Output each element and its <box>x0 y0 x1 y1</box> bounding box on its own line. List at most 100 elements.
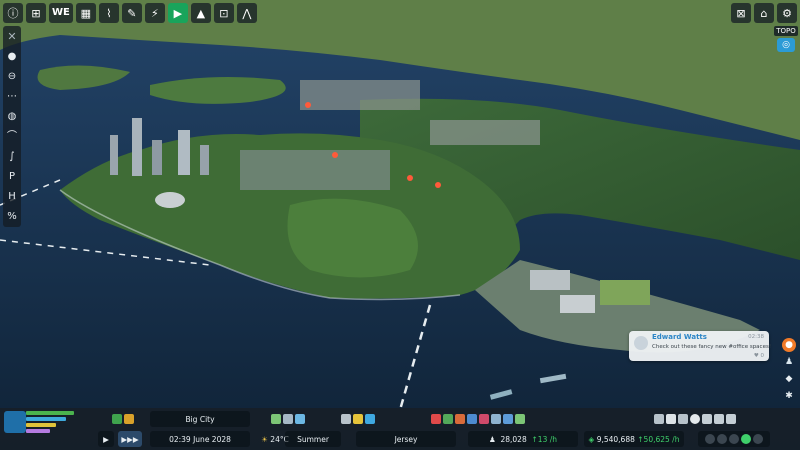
garbage-icon <box>443 414 453 424</box>
demand-bars <box>26 411 78 441</box>
health-icon <box>431 414 441 424</box>
city-name[interactable]: Big City <box>150 411 250 427</box>
circle-tool-icon <box>690 414 700 424</box>
misc-tools[interactable] <box>640 411 750 427</box>
road-icon <box>341 414 351 424</box>
tree-icon[interactable]: ▲ <box>190 3 211 23</box>
we-text[interactable]: WE <box>49 3 73 23</box>
add-icon[interactable]: ⊞ <box>26 3 46 23</box>
service-tools[interactable] <box>328 411 388 427</box>
left-toolbar: ✕ ● ⊖ ⋯ ◍ ⌒ ∫ P H% <box>3 26 21 227</box>
terrain-icon <box>678 414 688 424</box>
area-icon <box>283 414 293 424</box>
top-right-toolbar: ⊠ ⌂ ⚙ <box>731 3 797 23</box>
anchor-icon[interactable]: P <box>4 169 20 184</box>
landscaping-icon <box>515 414 525 424</box>
money-icon: ◈ <box>588 434 595 444</box>
population-value: 28,028 <box>500 434 527 444</box>
person-icon[interactable]: ♟ <box>782 355 796 369</box>
wave-icon[interactable]: ⋀ <box>236 3 257 23</box>
indicator-3-icon <box>729 434 739 444</box>
clock-time: 02:39 <box>169 434 191 444</box>
topo-label: TOPO <box>774 26 798 36</box>
globe-icon[interactable]: ◍ <box>4 109 20 124</box>
speed-button[interactable]: ▶▶▶ <box>118 431 142 447</box>
calendar-date: June 2028 <box>193 434 231 444</box>
topo-panel: TOPO ◎ <box>774 26 798 52</box>
population-icon: ♟ <box>488 434 496 444</box>
chirp-notification[interactable]: Edward Watts 02:38 Check out these fancy… <box>629 331 772 361</box>
graph-icon[interactable]: ▦ <box>75 3 96 23</box>
s-curve-icon[interactable]: ∫ <box>4 149 20 164</box>
bulldoze-icon <box>714 414 724 424</box>
season: Summer <box>285 431 341 447</box>
ladder-icon[interactable]: H <box>4 189 20 204</box>
info-icon[interactable]: ⓘ <box>3 3 23 23</box>
chirp-reaction[interactable]: ♥ 0 <box>754 353 764 359</box>
graduate-icon[interactable]: ⌂ <box>754 3 774 23</box>
eraser-icon[interactable]: ◆ <box>782 372 796 386</box>
districts-icon <box>654 414 664 424</box>
city-service-tools[interactable] <box>398 411 558 427</box>
camera-icon[interactable]: ✱ <box>782 389 796 403</box>
layers-icon[interactable]: ◎ <box>777 38 795 52</box>
play-icon[interactable]: ▶ <box>167 3 188 23</box>
water-icon <box>295 414 305 424</box>
settings-icon[interactable]: ⚙ <box>777 3 797 23</box>
paint-icon[interactable]: ✎ <box>121 3 142 23</box>
milestone-icon <box>112 414 122 424</box>
zoning-icon <box>271 414 281 424</box>
fast-forward-icon: ▶▶▶ <box>121 434 139 444</box>
city-icon[interactable] <box>4 411 26 433</box>
electricity-icon <box>353 414 363 424</box>
chirp-time: 02:38 <box>748 334 764 340</box>
focus-icon[interactable]: ⊡ <box>213 3 234 23</box>
population-rate: ↑13 /h <box>531 434 558 444</box>
chirp-message: Check out these fancy new #office spaces… <box>652 344 772 350</box>
office-demand-bar <box>26 429 50 433</box>
top-toolbar: ⓘ ⊞ WE ▦ ⌇ ✎ ⚡ ▶ ▲ ⊡ ⋀ <box>0 0 257 26</box>
rewards-icons[interactable] <box>100 411 146 427</box>
happiness-indicators[interactable] <box>698 431 770 447</box>
lock-icon[interactable]: ⊠ <box>731 3 751 23</box>
education-icon <box>479 414 489 424</box>
trophy-icon <box>124 414 134 424</box>
transport-icon <box>491 414 501 424</box>
date-time: 02:39 June 2028 <box>150 431 250 447</box>
bottom-bar: Big City ▶ ▶▶▶ 02:39 June 2028 ☀ 24°C Su… <box>0 408 800 450</box>
notification-icon[interactable]: ● <box>782 338 796 352</box>
population-display[interactable]: ♟ 28,028 ↑13 /h <box>468 431 578 447</box>
happiness-icon <box>741 434 751 444</box>
industrial-demand-bar <box>26 423 56 427</box>
money-display[interactable]: ◈ 9,540,688 ↑50,625 /h <box>584 431 684 447</box>
play-button[interactable]: ▶ <box>98 431 114 447</box>
indicator-2-icon <box>717 434 727 444</box>
percent-icon[interactable]: % <box>4 209 20 224</box>
sun-icon: ☀ <box>261 434 268 444</box>
pen-icon <box>702 414 712 424</box>
fire-icon[interactable]: ⚡ <box>144 3 165 23</box>
dots-icon[interactable]: ⋯ <box>4 89 20 104</box>
zoning-tools[interactable] <box>258 411 318 427</box>
residential-demand-bar <box>26 411 74 415</box>
city-theme: Jersey <box>356 431 456 447</box>
commercial-demand-bar <box>26 417 66 421</box>
fire-station-icon <box>455 414 465 424</box>
roads-area-icon <box>666 414 676 424</box>
avatar <box>634 336 648 350</box>
bottom-row-bottom: ▶ ▶▶▶ 02:39 June 2028 ☀ 24°C Summer Jers… <box>0 429 800 449</box>
parks-icon <box>503 414 513 424</box>
money-rate: ↑50,625 /h <box>637 434 680 444</box>
close-icon[interactable]: ✕ <box>4 29 20 44</box>
police-icon <box>467 414 477 424</box>
bottom-row-top: Big City <box>0 409 800 429</box>
circle-icon[interactable]: ● <box>4 49 20 64</box>
play-icon: ▶ <box>103 434 109 444</box>
undo-icon <box>726 414 736 424</box>
curve-icon[interactable]: ⌒ <box>4 129 20 144</box>
chart-icon[interactable]: ⌇ <box>98 3 119 23</box>
chirp-author[interactable]: Edward Watts <box>652 333 707 341</box>
indicator-1-icon <box>705 434 715 444</box>
city-map-view[interactable] <box>0 0 800 450</box>
minus-icon[interactable]: ⊖ <box>4 69 20 84</box>
